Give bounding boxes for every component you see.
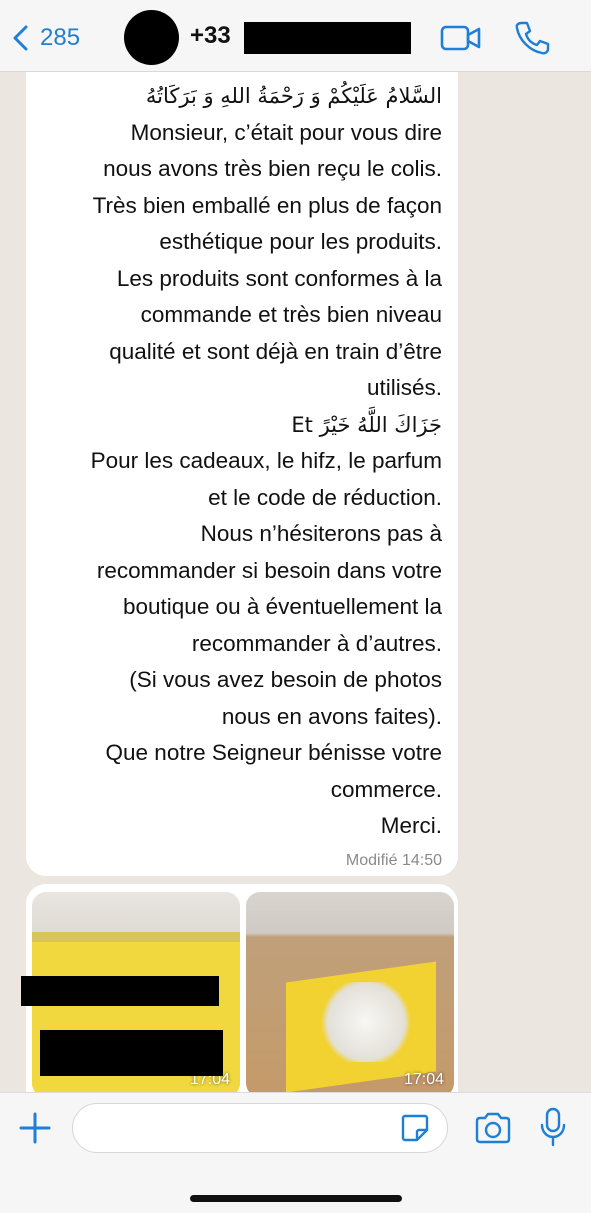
message-line: boutique ou à éventuellement la (123, 594, 442, 619)
message-input[interactable] (72, 1103, 448, 1153)
message-line: recommander à d’autres. (191, 630, 442, 656)
video-camera-icon (440, 25, 481, 51)
message-line: esthétique pour les produits. (159, 229, 442, 254)
message-line: Merci. (380, 813, 442, 838)
message-line: nous en avons faites). (221, 703, 442, 729)
phone-icon (515, 21, 550, 55)
message-meta: Modifié 14:50 (346, 852, 442, 870)
photo-time: 17:04 (403, 1071, 444, 1088)
microphone-icon (540, 1107, 566, 1147)
message-line: Nous n’hésiterons pas à (200, 521, 442, 546)
home-indicator[interactable] (190, 1195, 402, 1202)
voice-call-button[interactable] (514, 20, 550, 56)
photo-yellow-box[interactable]: 17:04 (246, 892, 454, 1092)
unread-count: 285 (40, 24, 81, 51)
message-line: Que notre Seigneur bénisse votre (105, 740, 442, 765)
back-button[interactable]: 285 (10, 20, 80, 56)
message-line: Très bien emballé en plus de façon (92, 192, 442, 218)
message-line: commerce. (330, 776, 442, 802)
sticker-icon (401, 1114, 429, 1142)
message-line: (Si vous avez besoin de photos (129, 667, 442, 692)
message-line: Monsieur, c’était pour vous dire (130, 119, 442, 145)
avatar[interactable] (124, 10, 179, 65)
contact-name[interactable]: +33 (190, 22, 231, 50)
bubble-wrap (316, 982, 416, 1062)
message-bubble[interactable]: السَّلامُ عَلَيْكُمْ وَ رَحْمَةُ اللهِ و… (26, 72, 458, 876)
message-line: Les produits sont conformes à la (116, 265, 442, 291)
message-line: nous avons très bien reçu le colis. (103, 156, 442, 181)
message-line: et le code de réduction. (208, 484, 442, 510)
plus-icon (19, 1112, 51, 1144)
message-line: recommander si besoin dans votre (96, 557, 442, 583)
video-call-button[interactable] (440, 22, 482, 54)
message-time: 14:50 (401, 852, 442, 869)
message-line: السَّلامُ عَلَيْكُمْ وَ رَحْمَةُ اللهِ و… (145, 84, 442, 108)
input-bar (0, 1092, 591, 1213)
chat-area[interactable]: السَّلامُ عَلَيْكُمْ وَ رَحْمَةُ اللهِ و… (0, 72, 591, 1092)
redaction-block (21, 976, 219, 1006)
message-line: Et جَزَاكَ اللَّهُ خَيْرً (291, 412, 442, 437)
redaction-block (40, 1030, 223, 1076)
chevron-left-icon (13, 25, 28, 51)
sticker-button[interactable] (400, 1113, 430, 1143)
camera-icon (475, 1112, 511, 1144)
voice-message-button[interactable] (540, 1107, 566, 1147)
camera-button[interactable] (474, 1111, 512, 1145)
attach-button[interactable] (18, 1111, 52, 1145)
edited-label: Modifié (345, 852, 398, 869)
message-line: utilisés. (366, 375, 442, 400)
redacted-phone-number (244, 22, 411, 54)
message-line: commande et très bien niveau (140, 302, 442, 327)
chat-header: 285 +33 (0, 0, 591, 72)
message-line: qualité et sont déjà en train d’être (109, 338, 442, 364)
message-line: Pour les cadeaux, le hifz, le parfum (90, 448, 442, 473)
